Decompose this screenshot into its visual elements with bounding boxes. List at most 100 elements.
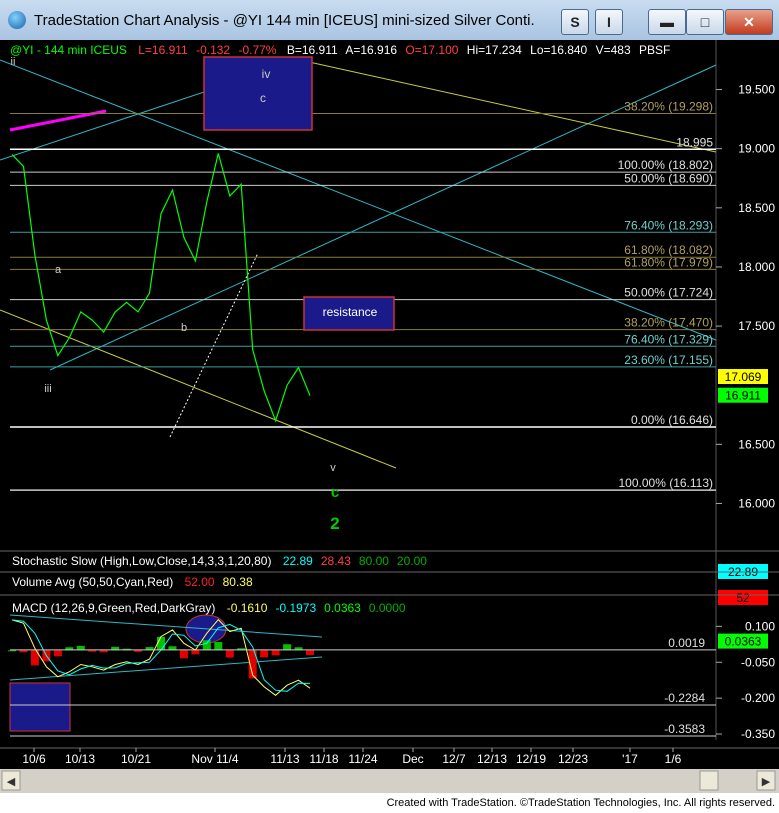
macd-level-label: -0.3583 (664, 722, 705, 736)
macd-hist-bar (157, 636, 165, 651)
macd-hist-bar (260, 650, 269, 658)
time-tick-label: 12/23 (558, 752, 588, 766)
macd-hist-bar (88, 650, 97, 652)
macd-hist-bar (99, 650, 108, 653)
scroll-left-arrow-icon: ◀ (7, 776, 16, 788)
indicator-value: 20.00 (397, 554, 427, 568)
last-price-box-label: 17.069 (725, 370, 762, 384)
window-titlebar: TradeStation Chart Analysis - @YI 144 mi… (0, 0, 779, 41)
time-tick-label: 10/6 (22, 752, 46, 766)
wave-iv-c-box (203, 56, 313, 131)
time-tick-label: 1/6 (665, 752, 682, 766)
wave-label: b (181, 322, 187, 334)
fib-level-label: 76.40% (17.329) (624, 332, 713, 346)
volume-label: Volume Avg (50,50,Cyan,Red) (12, 575, 173, 589)
price-tick-label: 16.000 (738, 496, 775, 510)
indicator-value: 52.00 (185, 575, 215, 589)
last-price: L=16.911 (138, 43, 188, 57)
fib-level-label: 38.20% (19.298) (624, 99, 713, 113)
time-tick-label: 11/13 (270, 752, 299, 766)
scroll-thumb[interactable] (699, 770, 719, 791)
fib-level-label: 18.995 (676, 135, 713, 149)
stochastic-label: Stochastic Slow (High,Low,Close,14,3,3,1… (12, 554, 271, 568)
indicator-value: -0.1610 (227, 601, 268, 615)
scroll-right-arrow-icon: ▶ (762, 776, 771, 788)
stochastic-header: Stochastic Slow (High,Low,Close,14,3,3,1… (12, 554, 427, 568)
time-tick-label: 10/13 (65, 752, 95, 766)
time-tick-label: Dec (402, 752, 423, 766)
macd-hist-bar (202, 640, 211, 651)
macd-level-label: -0.2284 (664, 691, 705, 705)
indicator-value: 28.43 (321, 554, 351, 568)
indicator-value: 80.38 (223, 575, 253, 589)
fib-level-label: 38.20% (17.470) (624, 316, 713, 330)
fib-level-label: 61.80% (17.979) (624, 255, 713, 269)
macd-hist-bar (271, 650, 280, 656)
fib-level-label: 100.00% (18.802) (618, 158, 713, 172)
time-tick-label: 11/18 (309, 752, 338, 766)
macd-tick-label: -0.200 (741, 691, 775, 705)
macd-header: MACD (12,26,9,Green,Red,DarkGray) -0.161… (12, 601, 406, 615)
price-tick-label: 18.000 (738, 260, 775, 274)
resistance-label: resistance (323, 305, 378, 319)
s-menu-button[interactable]: S (561, 9, 589, 35)
time-tick-label: '17 (622, 752, 638, 766)
macd-hist-bar (225, 650, 234, 658)
maximize-button[interactable]: □ (686, 9, 724, 35)
footer: Created with TradeStation. ©TradeStation… (0, 793, 779, 813)
last-price-box-label: 16.911 (725, 389, 761, 403)
time-tick-label: 12/19 (516, 752, 546, 766)
chart-area[interactable]: @YI - 144 min ICEUS L=16.911 -0.132 -0.7… (0, 40, 779, 793)
axis-value-label: 0.0363 (725, 635, 762, 649)
symbol-header: @YI - 144 min ICEUS L=16.911 -0.132 -0.7… (10, 43, 670, 57)
close-button[interactable]: ✕ (725, 9, 773, 35)
i-menu-label: I (607, 14, 611, 30)
macd-hist-bar (134, 650, 143, 652)
wave-label: 2 (330, 514, 339, 533)
chart-canvas[interactable]: @YI - 144 min ICEUS L=16.911 -0.132 -0.7… (0, 40, 779, 793)
wave-label: c (331, 484, 339, 501)
fib-level-label: 23.60% (17.155) (624, 353, 713, 367)
axis-value-label: 52 (736, 591, 750, 605)
wave-label: iv (262, 67, 271, 81)
fib-level-label: 0.00% (16.646) (631, 413, 713, 427)
macd-axis-box: 0.0363 (718, 633, 768, 649)
time-tick-label: 11/24 (348, 752, 377, 766)
wave-label: ii (11, 56, 16, 68)
pbsf-label: PBSF (639, 43, 670, 57)
time-tick-label: 10/21 (121, 752, 151, 766)
wave-label: a (55, 264, 62, 276)
i-menu-button[interactable]: I (595, 9, 623, 35)
macd-hist-bar (53, 650, 62, 657)
wave-label: iii (44, 383, 51, 395)
open-price: O=17.100 (405, 43, 458, 57)
fib-level-label: 76.40% (18.293) (624, 218, 713, 232)
macd-label: MACD (12,26,9,Green,Red,DarkGray) (12, 601, 215, 615)
fib-level-label: 100.00% (16.113) (618, 476, 713, 490)
macd-hist-bar (8, 650, 16, 652)
indicator-value: 22.89 (283, 554, 313, 568)
volume-axis-box: 52 (718, 590, 768, 605)
fib-level-label: 50.00% (18.690) (624, 171, 713, 185)
bid-price: B=16.911 (287, 43, 338, 57)
price-tick-label: 16.500 (738, 437, 775, 451)
symbol-label: @YI - 144 min ICEUS (10, 43, 127, 57)
horizontal-scrollbar[interactable] (0, 769, 779, 793)
footer-text: Created with TradeStation. ©TradeStation… (386, 797, 775, 809)
macd-hist-bar (214, 642, 223, 651)
tradestation-app-icon (8, 11, 26, 29)
s-menu-label: S (570, 14, 580, 30)
volume-value: V=483 (596, 43, 631, 57)
macd-tick-label: -0.050 (741, 655, 775, 669)
net-change: -0.132 (196, 43, 230, 57)
minimize-button[interactable]: ▬ (648, 9, 686, 35)
price-tick-label: 18.500 (738, 201, 775, 215)
time-tick-label: Nov 11/4 (191, 752, 238, 766)
wave-label: v (330, 462, 336, 474)
macd-tick-label: -0.350 (741, 727, 775, 741)
macd-hist-bar (306, 650, 314, 656)
low-price: Lo=16.840 (530, 43, 587, 57)
window-title: TradeStation Chart Analysis - @YI 144 mi… (34, 12, 534, 29)
indicator-value: -0.1973 (275, 601, 316, 615)
indicator-value: 0.0000 (369, 601, 406, 615)
